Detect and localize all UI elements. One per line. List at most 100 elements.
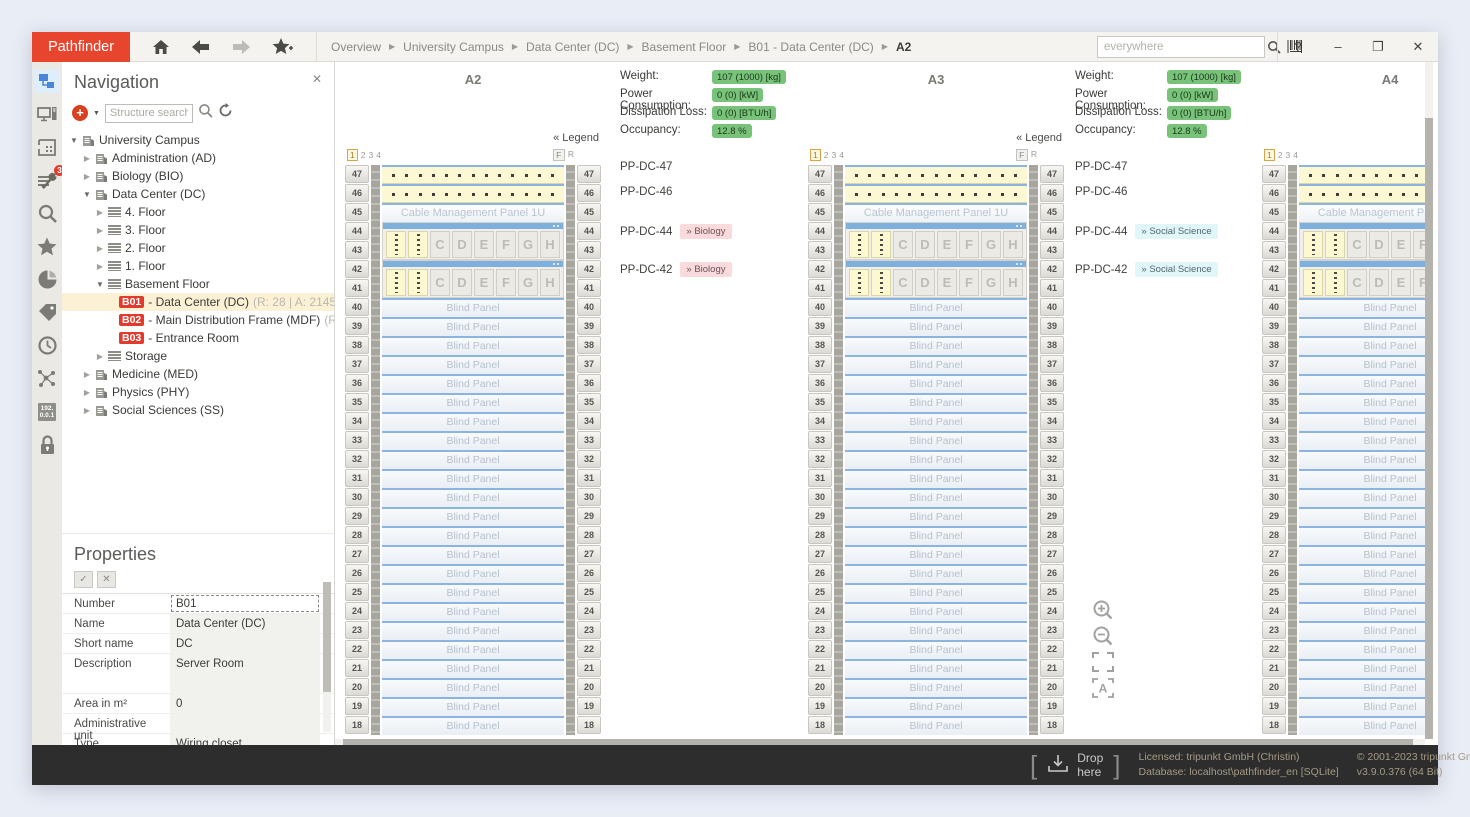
tree-expander-icon[interactable]: ▶: [81, 172, 93, 181]
navigation-tree-icon[interactable]: [34, 70, 60, 93]
add-node-button[interactable]: +: [72, 105, 88, 121]
blind-panel-unit[interactable]: Blind Panel: [382, 469, 564, 488]
zoom-fit-button[interactable]: [1089, 649, 1117, 675]
zoom-in-button[interactable]: [1089, 597, 1117, 623]
blind-panel-unit[interactable]: Blind Panel: [1299, 564, 1425, 583]
chassis-unit[interactable]: CDEFGH: [382, 260, 564, 298]
blind-panel-unit[interactable]: Blind Panel: [845, 507, 1027, 526]
blind-panel-unit[interactable]: Blind Panel: [382, 507, 564, 526]
patch-panel-label[interactable]: PP-DC-47: [620, 161, 672, 173]
blind-panel-unit[interactable]: Blind Panel: [845, 317, 1027, 336]
blind-panel-unit[interactable]: Blind Panel: [845, 716, 1027, 735]
empty-slot[interactable]: D: [1369, 269, 1389, 296]
forward-icon[interactable]: [232, 40, 250, 54]
blind-panel-unit[interactable]: Blind Panel: [382, 697, 564, 716]
empty-slot[interactable]: D: [1369, 231, 1389, 258]
blind-panel-unit[interactable]: Blind Panel: [1299, 412, 1425, 431]
empty-slot[interactable]: F: [1413, 269, 1425, 296]
restore-button[interactable]: ❐: [1358, 32, 1398, 62]
navigation-close-icon[interactable]: ✕: [312, 72, 322, 86]
empty-slot[interactable]: F: [959, 269, 979, 296]
blind-panel-unit[interactable]: Blind Panel: [1299, 469, 1425, 488]
tree-expander-icon[interactable]: ▼: [81, 190, 93, 199]
tree-item[interactable]: ▶Biology (BIO): [62, 167, 334, 185]
vertical-scrollbar[interactable]: [1425, 62, 1433, 739]
rack-view-option[interactable]: 3: [831, 150, 836, 160]
rack-view-option[interactable]: 4: [1293, 150, 1298, 160]
favorites-star-icon[interactable]: [34, 235, 60, 258]
blind-panel-unit[interactable]: Blind Panel: [845, 355, 1027, 374]
tree-item[interactable]: ▶Storage: [62, 347, 334, 365]
breadcrumb-item[interactable]: University Campus: [403, 40, 504, 54]
tree-item[interactable]: ▼Basement Floor: [62, 275, 334, 293]
installed-module[interactable]: [1325, 231, 1345, 258]
department-tag[interactable]: » Biology: [680, 262, 731, 277]
discard-button[interactable]: ✕: [97, 571, 116, 588]
drop-here-target[interactable]: [ Drop here ]: [1030, 750, 1120, 780]
tree-item[interactable]: B02- Main Distribution Frame (MDF)(R:: [62, 311, 334, 329]
tag-icon[interactable]: [34, 301, 60, 324]
zoom-out-button[interactable]: [1089, 623, 1117, 649]
rack-fr-option[interactable]: F: [1016, 149, 1028, 161]
tree-expander-icon[interactable]: ▶: [81, 154, 93, 163]
empty-slot[interactable]: G: [981, 269, 1001, 296]
chassis-unit[interactable]: CDEFGH: [845, 260, 1027, 298]
blind-panel-unit[interactable]: Blind Panel: [845, 545, 1027, 564]
tree-expander-icon[interactable]: ▶: [94, 208, 106, 217]
blind-panel-unit[interactable]: Blind Panel: [845, 564, 1027, 583]
blind-panel-unit[interactable]: Blind Panel: [382, 526, 564, 545]
search-icon[interactable]: [34, 202, 60, 225]
breadcrumb-item[interactable]: Overview: [331, 40, 381, 54]
blind-panel-unit[interactable]: Blind Panel: [382, 374, 564, 393]
blind-panel-unit[interactable]: Blind Panel: [845, 469, 1027, 488]
empty-slot[interactable]: E: [474, 269, 494, 296]
chassis-unit[interactable]: CDEFGH: [382, 222, 564, 260]
tree-expander-icon[interactable]: ▼: [94, 280, 106, 289]
blind-panel-unit[interactable]: Blind Panel: [382, 602, 564, 621]
ip-address-icon[interactable]: 192.0.0.1: [34, 400, 60, 423]
legend-toggle-link[interactable]: « Legend: [553, 132, 599, 144]
tree-item[interactable]: B01- Data Center (DC)(R: 28 | A: 2145 |: [62, 293, 334, 311]
installed-module[interactable]: [871, 269, 891, 296]
installed-module[interactable]: [386, 269, 406, 296]
empty-slot[interactable]: G: [981, 231, 1001, 258]
blind-panel-unit[interactable]: Blind Panel: [382, 450, 564, 469]
blind-panel-unit[interactable]: Blind Panel: [382, 621, 564, 640]
tree-expander-icon[interactable]: ▶: [94, 262, 106, 271]
rack-view-option[interactable]: 1: [810, 149, 821, 161]
empty-slot[interactable]: E: [937, 269, 957, 296]
tree-item[interactable]: ▶4. Floor: [62, 203, 334, 221]
tree-item[interactable]: ▼University Campus: [62, 131, 334, 149]
patch-panel-label[interactable]: PP-DC-46: [620, 186, 672, 198]
tree-expander-icon[interactable]: ▶: [81, 388, 93, 397]
blind-panel-unit[interactable]: Blind Panel: [1299, 659, 1425, 678]
back-icon[interactable]: [192, 40, 210, 54]
tree-item[interactable]: B03- Entrance Room: [62, 329, 334, 347]
empty-slot[interactable]: E: [474, 231, 494, 258]
blind-panel-unit[interactable]: Blind Panel: [382, 716, 564, 735]
empty-slot[interactable]: H: [540, 269, 560, 296]
department-tag[interactable]: » Social Science: [1135, 262, 1217, 277]
tree-expander-icon[interactable]: ▶: [81, 370, 93, 379]
blind-panel-unit[interactable]: Blind Panel: [845, 374, 1027, 393]
blind-panel-unit[interactable]: Blind Panel: [845, 488, 1027, 507]
blind-panel-unit[interactable]: Blind Panel: [845, 526, 1027, 545]
rack-view-option[interactable]: 3: [1285, 150, 1290, 160]
blind-panel-unit[interactable]: Blind Panel: [382, 298, 564, 317]
blind-panel-unit[interactable]: Blind Panel: [845, 602, 1027, 621]
blind-panel-unit[interactable]: Blind Panel: [382, 564, 564, 583]
empty-slot[interactable]: F: [496, 231, 516, 258]
rack-title[interactable]: A4: [1262, 72, 1425, 87]
empty-slot[interactable]: D: [915, 231, 935, 258]
blind-panel-unit[interactable]: Blind Panel: [1299, 526, 1425, 545]
blind-panel-unit[interactable]: Blind Panel: [382, 431, 564, 450]
rack-view-selector[interactable]: 1234: [810, 149, 844, 161]
app-logo[interactable]: Pathfinder: [32, 32, 130, 62]
apply-button[interactable]: ✓: [74, 571, 93, 588]
properties-scrollbar[interactable]: [323, 582, 331, 732]
blind-panel-unit[interactable]: Blind Panel: [382, 355, 564, 374]
blind-panel-unit[interactable]: Blind Panel: [845, 431, 1027, 450]
tree-item[interactable]: ▼Data Center (DC): [62, 185, 334, 203]
rack-view-option[interactable]: 1: [347, 149, 358, 161]
lock-icon[interactable]: [34, 433, 60, 456]
